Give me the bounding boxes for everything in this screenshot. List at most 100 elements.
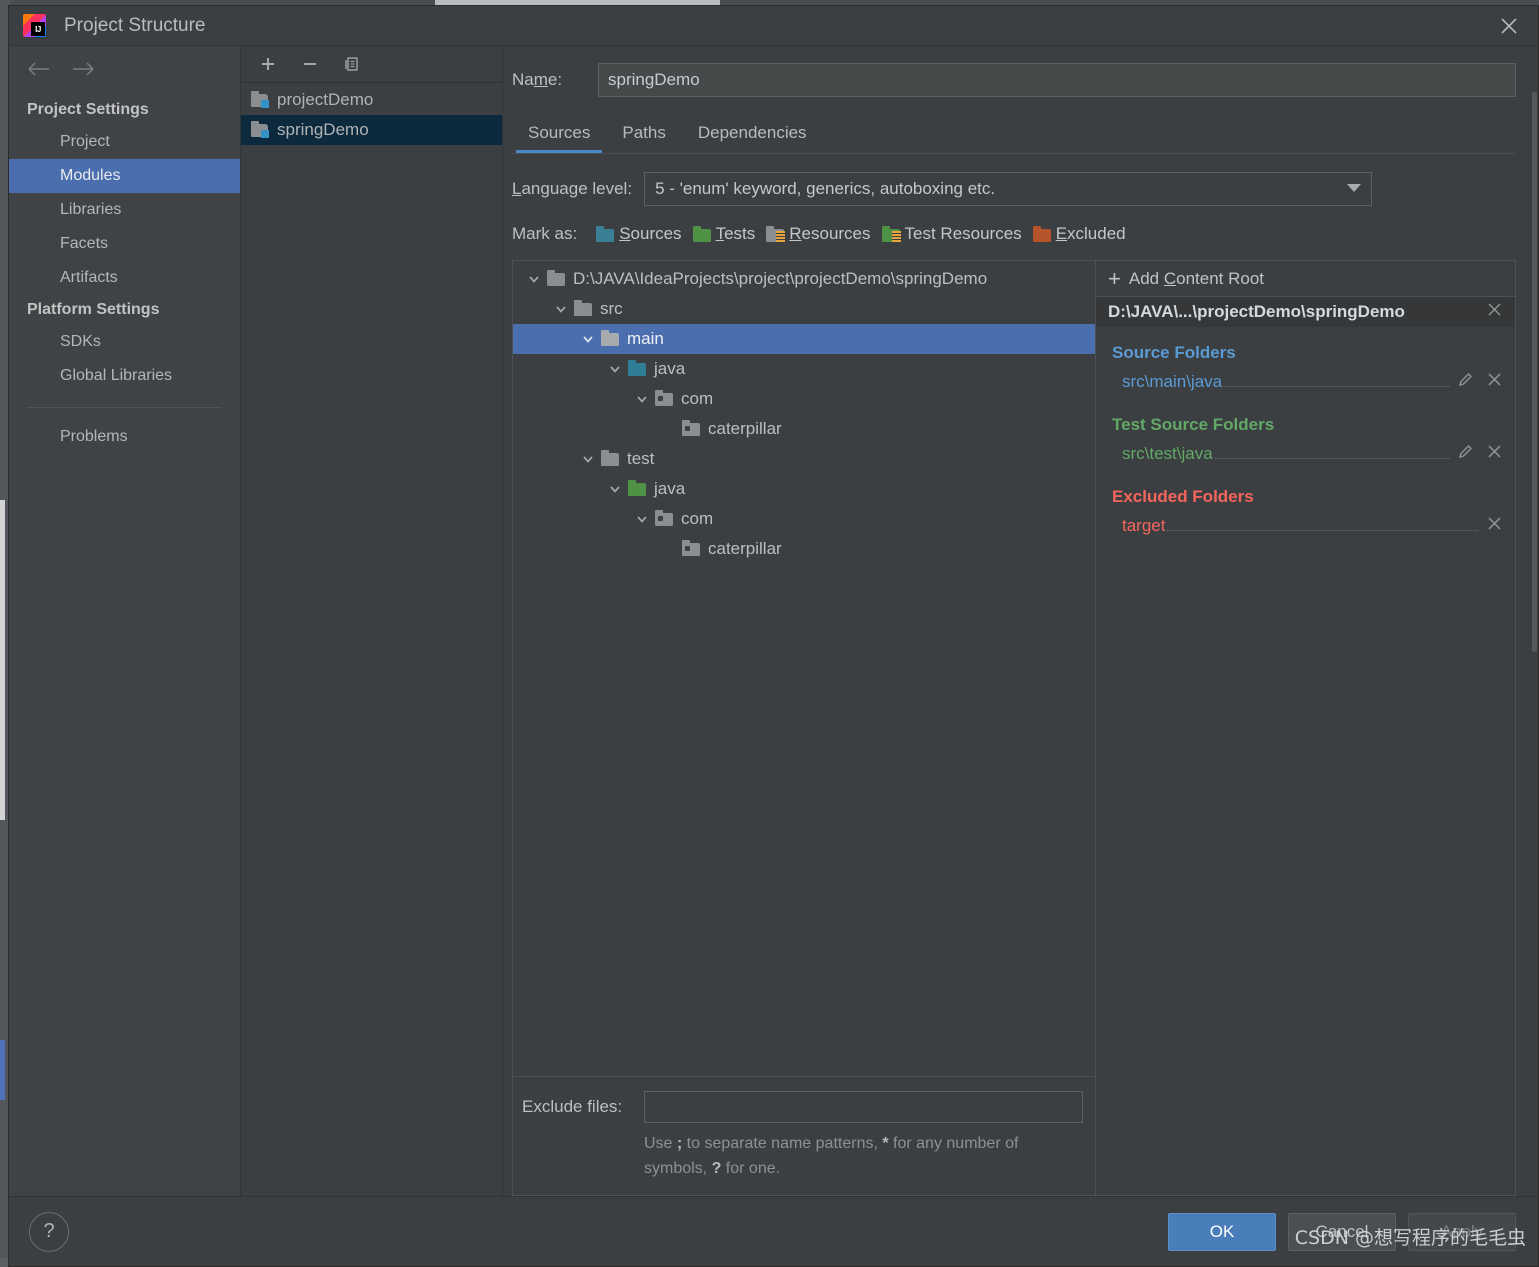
content-roots-pane: + Add Content Root D:\JAVA\...\projectDe… — [1096, 261, 1515, 1195]
mark-as-sources-button[interactable]: Sources — [594, 222, 690, 246]
mark-as-excluded-button[interactable]: Excluded — [1031, 222, 1135, 246]
apply-button[interactable]: Apply — [1408, 1212, 1516, 1251]
close-icon[interactable] — [1486, 515, 1503, 537]
close-icon[interactable] — [1480, 6, 1538, 46]
add-content-root-button[interactable]: + Add Content Root — [1096, 261, 1515, 297]
scrollbar-thumb[interactable] — [1532, 92, 1537, 652]
tree-row[interactable]: com — [513, 504, 1095, 534]
tree-row[interactable]: D:\JAVA\IdeaProjects\project\projectDemo… — [513, 264, 1095, 294]
chevron-down-icon[interactable] — [602, 482, 628, 496]
pencil-icon[interactable] — [1457, 371, 1474, 393]
chevron-down-icon[interactable] — [629, 512, 655, 526]
sidebar-item-artifacts[interactable]: Artifacts — [9, 261, 240, 295]
minus-icon[interactable] — [297, 51, 323, 77]
root-section: Source Folders src\main\java — [1096, 327, 1515, 399]
hint-part-1: Use — [644, 1135, 677, 1152]
root-section: Excluded Folders target — [1096, 471, 1515, 543]
chevron-down-icon[interactable] — [521, 272, 547, 286]
plus-icon[interactable] — [255, 51, 281, 77]
tree-row[interactable]: java — [513, 474, 1095, 504]
tree-row[interactable]: caterpillar — [513, 414, 1095, 444]
folder-icon — [547, 270, 566, 287]
sidebar-item-modules[interactable]: Modules — [9, 159, 240, 193]
help-button[interactable]: ? — [29, 1211, 69, 1252]
sidebar-item-sdks[interactable]: SDKs — [9, 325, 240, 359]
dialog-body: Project Settings Project Modules Librari… — [9, 46, 1538, 1196]
root-folder-row[interactable]: src\main\java — [1096, 365, 1515, 399]
close-icon[interactable] — [1486, 443, 1503, 465]
package-folder-icon — [682, 540, 701, 557]
mark-as-resources-button[interactable]: Resources — [764, 222, 879, 246]
folder-icon — [601, 450, 620, 467]
tree-row[interactable]: com — [513, 384, 1095, 414]
sidebar-item-project[interactable]: Project — [9, 125, 240, 159]
mark-as-sources-label: Sources — [619, 224, 682, 243]
intellij-logo-icon — [23, 14, 46, 37]
chevron-down-icon[interactable] — [575, 332, 601, 346]
close-icon[interactable] — [1486, 371, 1503, 393]
pencil-icon[interactable] — [1457, 443, 1474, 465]
mark-as-test-resources-button[interactable]: Test Resources — [880, 222, 1031, 246]
arrow-right-icon[interactable] — [71, 60, 97, 83]
tree-row-label: caterpillar — [708, 539, 782, 558]
language-level-select[interactable]: 5 - 'enum' keyword, generics, autoboxing… — [644, 172, 1373, 206]
tab-sources[interactable]: Sources — [512, 117, 606, 153]
folder-icon — [574, 300, 593, 317]
sidebar-item-facets[interactable]: Facets — [9, 227, 240, 261]
module-folder-icon — [251, 121, 269, 138]
tree-row-label: main — [627, 329, 664, 348]
module-item-projectDemo[interactable]: projectDemo — [241, 85, 502, 115]
chevron-down-icon[interactable] — [629, 392, 655, 406]
chevron-down-icon[interactable] — [575, 452, 601, 466]
copy-icon[interactable] — [339, 51, 365, 77]
add-content-root-label: Add Content Root — [1128, 268, 1265, 288]
module-item-label: projectDemo — [277, 90, 374, 109]
sidebar-item-libraries[interactable]: Libraries — [9, 193, 240, 227]
tree-row-label: caterpillar — [708, 419, 782, 438]
exclude-files-row: Exclude files: — [522, 1091, 1083, 1123]
module-name-input[interactable] — [598, 63, 1516, 97]
mark-as-tests-button[interactable]: Tests — [691, 222, 765, 246]
arrow-left-icon[interactable] — [27, 60, 53, 83]
exclude-files-area: Exclude files: Use ; to separate name pa… — [513, 1076, 1095, 1195]
folder-test-resources-icon — [881, 225, 901, 243]
content-scrollbar[interactable] — [1531, 92, 1538, 1242]
remove-content-root-icon[interactable] — [1486, 301, 1503, 323]
sidebar-divider — [27, 407, 222, 408]
tree-row-label: java — [654, 479, 686, 498]
sidebar-item-problems[interactable]: Problems — [9, 420, 240, 454]
exclude-files-input[interactable] — [644, 1091, 1083, 1123]
tree-row-label: java — [654, 359, 686, 378]
hint-question: ? — [711, 1160, 722, 1177]
tree-row[interactable]: main — [513, 324, 1095, 354]
sources-split-pane: D:\JAVA\IdeaProjects\project\projectDemo… — [512, 260, 1516, 1196]
content-root-path: D:\JAVA\...\projectDemo\springDemo — [1108, 302, 1405, 321]
tree-row-label: com — [681, 389, 714, 408]
cancel-button[interactable]: Cancel — [1288, 1212, 1396, 1251]
dotted-leader — [1167, 517, 1478, 531]
mark-as-label: Mark as: — [512, 224, 578, 243]
tree-row[interactable]: caterpillar — [513, 534, 1095, 564]
root-folder-row[interactable]: target — [1096, 509, 1515, 543]
root-folder-row[interactable]: src\test\java — [1096, 437, 1515, 471]
tab-paths[interactable]: Paths — [606, 117, 681, 153]
tree-row-label: src — [600, 299, 623, 318]
sidebar-item-global-libraries[interactable]: Global Libraries — [9, 359, 240, 393]
root-folder-path: src\test\java — [1122, 444, 1213, 463]
chevron-down-icon[interactable] — [602, 362, 628, 376]
folder-icon — [601, 330, 620, 347]
tree-row[interactable]: java — [513, 354, 1095, 384]
root-section: Test Source Folders src\test\java — [1096, 399, 1515, 471]
project-structure-dialog: Project Structure Proj — [8, 5, 1539, 1267]
tree-row-label: test — [627, 449, 655, 468]
tree-row[interactable]: src — [513, 294, 1095, 324]
folder-excluded-icon — [1032, 225, 1051, 242]
chevron-down-icon[interactable] — [548, 302, 574, 316]
background-left-accent — [0, 1040, 5, 1100]
module-item-springDemo[interactable]: springDemo — [241, 115, 502, 145]
mark-as-row: Mark as: Sources Tests Resources Test Re… — [503, 206, 1538, 260]
tab-dependencies[interactable]: Dependencies — [682, 117, 823, 153]
ok-button[interactable]: OK — [1168, 1212, 1276, 1251]
content-tree-pane: D:\JAVA\IdeaProjects\project\projectDemo… — [513, 261, 1096, 1195]
tree-row[interactable]: test — [513, 444, 1095, 474]
